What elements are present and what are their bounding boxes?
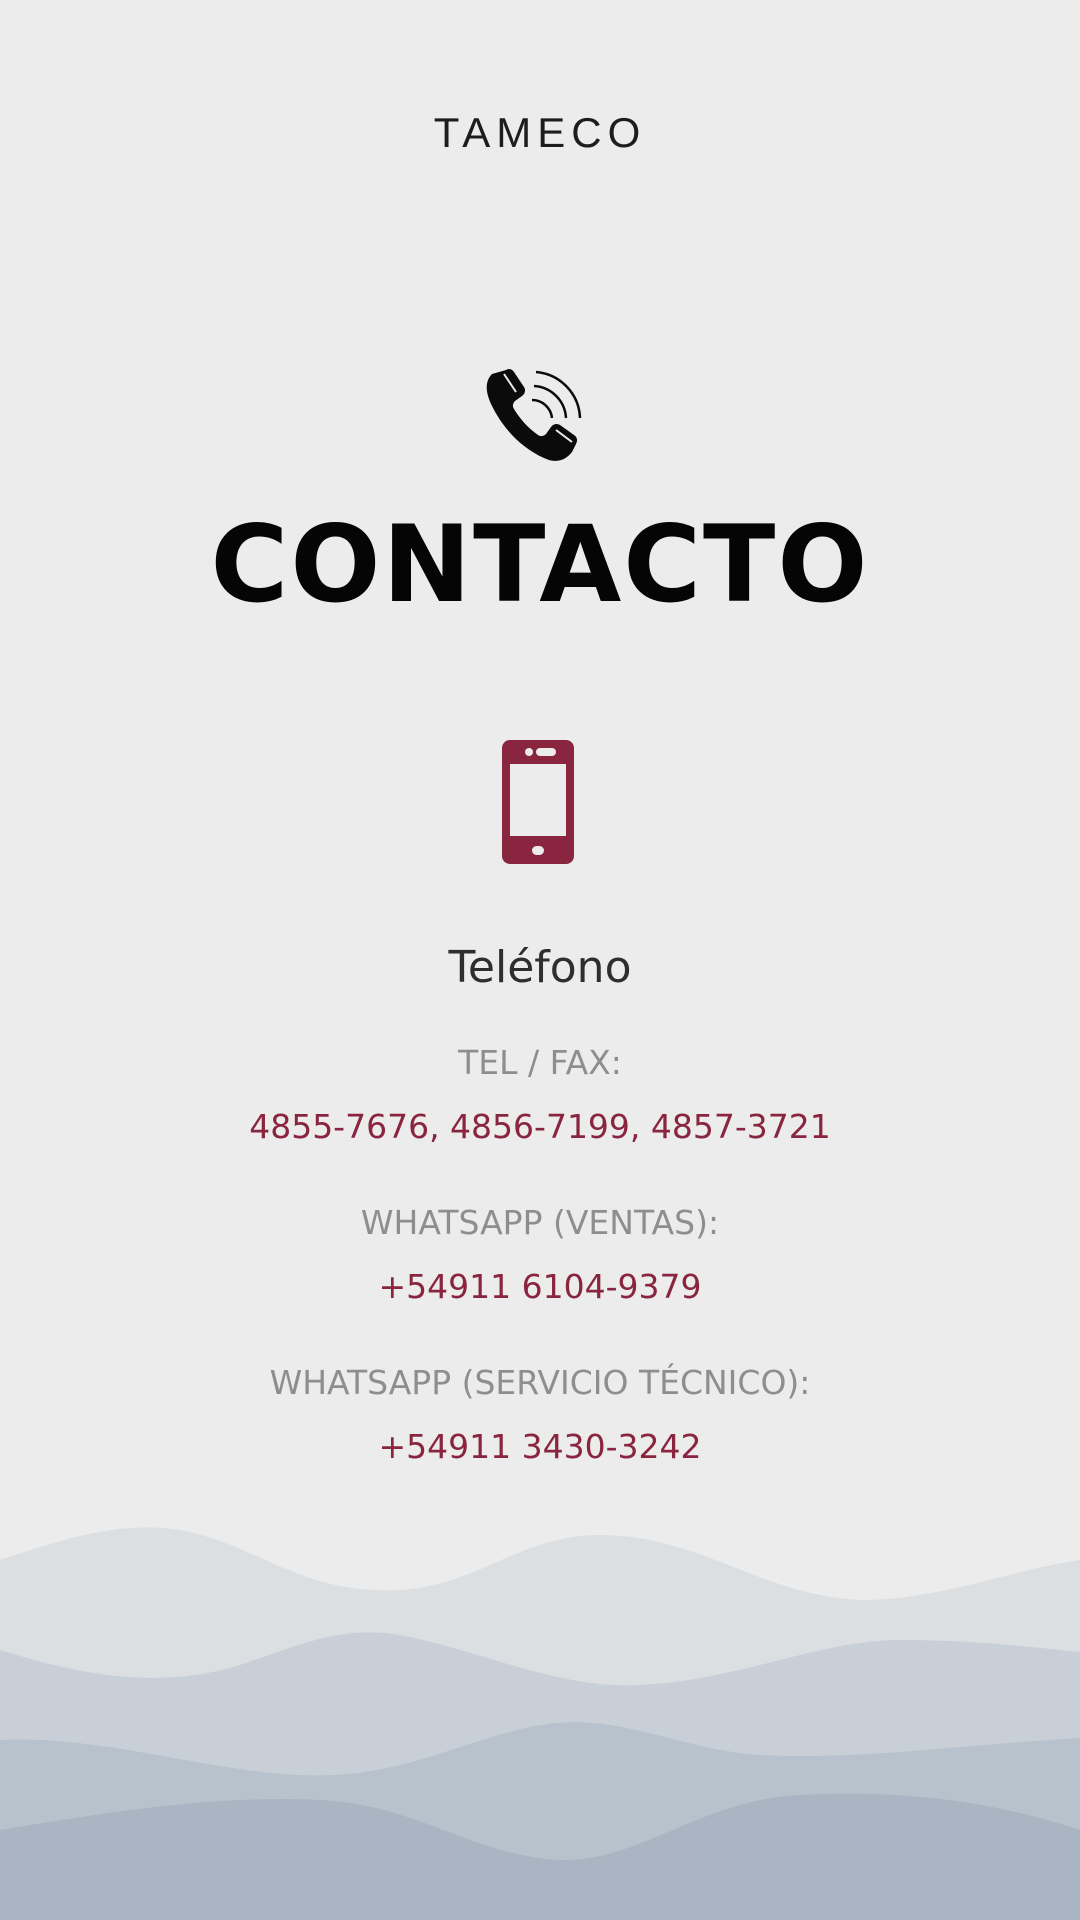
tel-fax-label: TEL / FAX:	[458, 1043, 622, 1082]
phone-ringing-icon	[486, 368, 582, 461]
whatsapp-service-number[interactable]: +54911 3430-3242	[0, 1422, 1080, 1472]
page-title: CONTACTO	[210, 503, 870, 626]
logo-text: TAMECO	[434, 109, 647, 155]
tameco-logo-mark: TAMECO	[434, 109, 647, 155]
whatsapp-sales-label: WHATSAPP (VENTAS):	[360, 1203, 720, 1242]
whatsapp-sales-number[interactable]: +54911 6104-9379	[0, 1262, 1080, 1312]
decorative-waves	[0, 1527, 1080, 1920]
whatsapp-service-label: WHATSAPP (SERVICIO TÉCNICO):	[269, 1363, 811, 1402]
mobile-phone-icon	[502, 740, 574, 864]
tameco-logo[interactable]: TAMECO	[0, 105, 1080, 155]
phone-section-heading: Teléfono	[448, 942, 632, 993]
contact-page: TAMECO CONTACTO Teléfono TEL / FAX: 4855…	[0, 0, 1080, 1920]
tel-fax-numbers[interactable]: 4855-7676, 4856-7199, 4857-3721	[0, 1102, 1080, 1152]
